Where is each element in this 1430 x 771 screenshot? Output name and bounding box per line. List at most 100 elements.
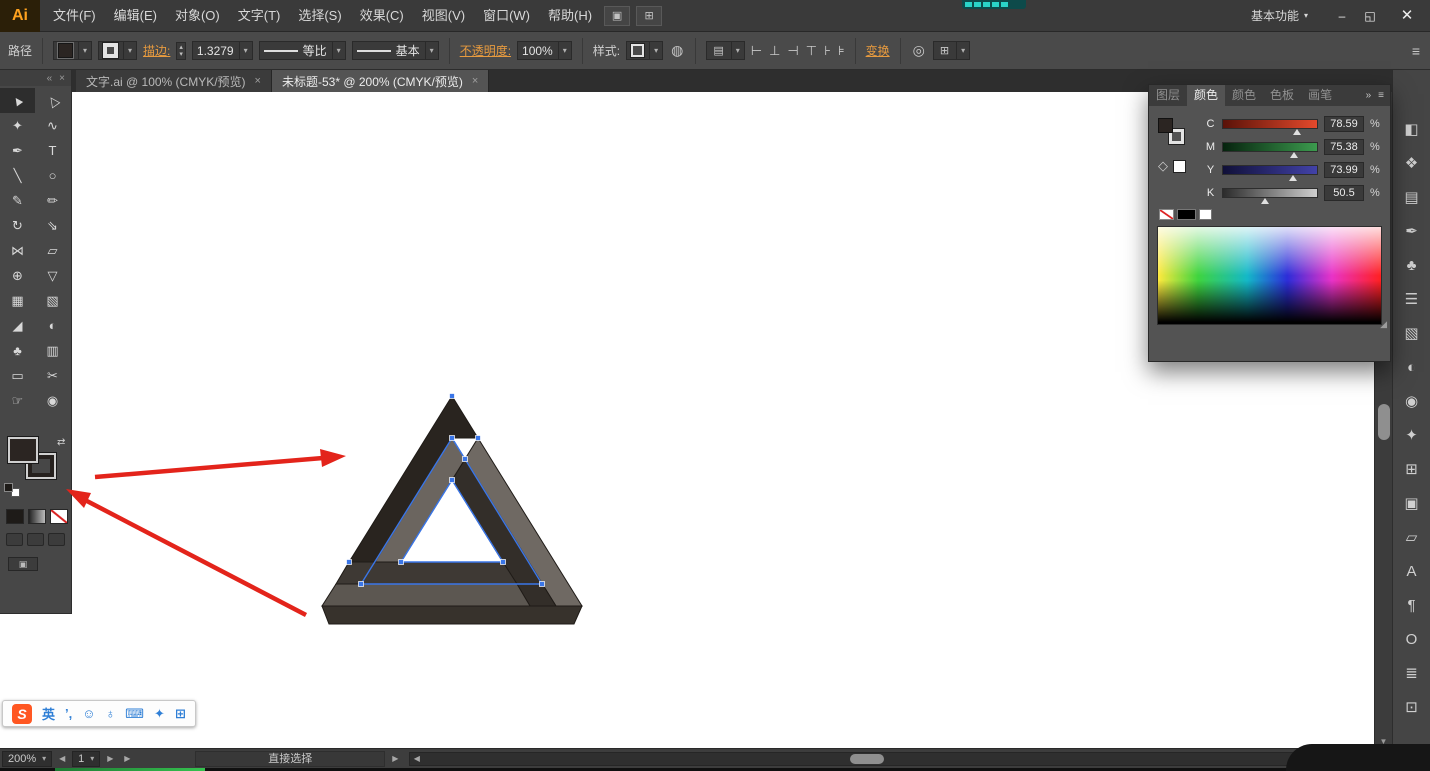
cyan-value-field[interactable]: 78.59 — [1324, 115, 1364, 132]
default-fill-stroke-icon[interactable] — [4, 483, 20, 497]
align-left-button[interactable]: ⊢ — [751, 43, 762, 59]
collapse-icon[interactable]: « — [47, 73, 53, 84]
close-icon[interactable]: × — [59, 73, 65, 84]
stepper-down-icon[interactable]: ▾ — [179, 51, 183, 58]
minimize-button[interactable]: – — [1328, 0, 1356, 32]
fill-stroke-widget[interactable] — [1158, 118, 1184, 144]
language-mode-button[interactable]: 英 — [42, 704, 55, 723]
pathfinder-panel-button[interactable]: ▣ — [1393, 486, 1430, 520]
rotate-tool[interactable]: ↻ — [0, 213, 35, 238]
skin-icon[interactable]: ✦ — [154, 706, 165, 722]
status-options-icon[interactable]: ▶ — [388, 754, 402, 763]
align-top-button[interactable]: ⊤ — [806, 43, 817, 59]
penrose-triangle-artwork[interactable] — [296, 380, 616, 640]
slider-thumb[interactable] — [1261, 197, 1270, 204]
panel-menu-icon[interactable]: ≡ — [1378, 90, 1384, 101]
tab-swatches[interactable]: 色板 — [1263, 85, 1301, 106]
hand-tool[interactable]: ☞ — [0, 388, 35, 413]
tab-color-2[interactable]: 颜色 — [1225, 85, 1263, 106]
close-icon[interactable]: × — [472, 75, 478, 87]
gamut-color-swatch[interactable] — [1173, 159, 1186, 173]
transform-panel-button[interactable]: ▱ — [1393, 520, 1430, 554]
direct-selection-tool[interactable]: △ — [35, 88, 70, 113]
menu-object[interactable]: 对象(O) — [166, 0, 229, 32]
last-artboard-icon[interactable]: ▶ — [120, 754, 134, 763]
menu-help[interactable]: 帮助(H) — [539, 0, 601, 32]
type-tool[interactable]: T — [35, 138, 70, 163]
tab-brushes[interactable]: 画笔 — [1301, 85, 1339, 106]
blend-tool[interactable]: ◐ — [35, 313, 70, 338]
close-icon[interactable]: × — [255, 75, 261, 87]
shape-builder-tool[interactable]: ⊕ — [0, 263, 35, 288]
symbol-sprayer-tool[interactable]: ♣ — [0, 338, 35, 363]
menu-type[interactable]: 文字(T) — [229, 0, 290, 32]
color-guide-panel-button[interactable]: ❖ — [1393, 146, 1430, 180]
punctuation-button[interactable]: ’, — [65, 706, 72, 721]
fill-color-dropdown[interactable]: ▾ — [53, 41, 93, 60]
swatches-panel-button[interactable]: ▤ — [1393, 180, 1430, 214]
symbols-panel-button[interactable]: ♣ — [1393, 248, 1430, 282]
menu-effect[interactable]: 效果(C) — [351, 0, 413, 32]
restore-button[interactable]: ◱ — [1356, 0, 1384, 32]
appearance-panel-button[interactable]: ◉ — [1393, 384, 1430, 418]
black-swatch[interactable] — [1177, 209, 1196, 220]
slider-thumb[interactable] — [1293, 128, 1302, 135]
layers-panel-button[interactable]: ≣ — [1393, 656, 1430, 690]
next-artboard-icon[interactable]: ▶ — [103, 754, 117, 763]
opacity-combo[interactable]: 100% ▾ — [517, 41, 572, 60]
column-graph-tool[interactable]: ▥ — [35, 338, 70, 363]
stroke-panel-link[interactable]: 描边: — [143, 42, 170, 59]
align-panel-button[interactable]: ⊞ — [1393, 452, 1430, 486]
slice-tool[interactable]: ✂ — [35, 363, 70, 388]
stepper-up-icon[interactable]: ▴ — [179, 44, 183, 51]
gamut-cube-icon[interactable]: ◇ — [1158, 158, 1168, 174]
draw-normal-button[interactable] — [6, 533, 23, 546]
cyan-slider[interactable] — [1222, 118, 1318, 135]
zoom-tool[interactable]: ◉ — [35, 388, 70, 413]
tab-document-2[interactable]: 未标题-53* @ 200% (CMYK/预览) × — [271, 70, 490, 92]
gradient-panel-button[interactable]: ▧ — [1393, 316, 1430, 350]
scroll-left-icon[interactable]: ◀ — [410, 753, 423, 765]
none-swatch[interactable] — [1159, 209, 1174, 220]
stroke-weight-stepper[interactable]: ▴ ▾ — [176, 41, 186, 60]
opacity-panel-link[interactable]: 不透明度: — [460, 42, 511, 59]
transparency-panel-button[interactable]: ◐ — [1393, 350, 1430, 384]
magic-wand-tool[interactable]: ✦ — [0, 113, 35, 138]
graphic-styles-panel-button[interactable]: ✦ — [1393, 418, 1430, 452]
align-bottom-button[interactable]: ⊧ — [838, 43, 845, 59]
color-panel-button[interactable]: ◧ — [1393, 112, 1430, 146]
arrange-documents-icon[interactable]: ▣ — [604, 5, 631, 26]
menu-view[interactable]: 视图(V) — [413, 0, 474, 32]
fill-color-swatch[interactable] — [8, 437, 38, 463]
artboards-panel-button[interactable]: ⊡ — [1393, 690, 1430, 724]
black-slider[interactable] — [1222, 187, 1318, 204]
panel-resize-handle[interactable]: ◢ — [1380, 319, 1387, 330]
align-middle-button[interactable]: ⊦ — [824, 43, 831, 59]
draw-behind-button[interactable] — [27, 533, 44, 546]
menu-window[interactable]: 窗口(W) — [474, 0, 539, 32]
width-tool[interactable]: ⋈ — [0, 238, 35, 263]
document-layout-icon[interactable]: ⊞ — [636, 5, 663, 26]
zoom-level-combo[interactable]: 200% ▾ — [2, 750, 53, 767]
sogou-logo[interactable]: S — [12, 703, 32, 724]
white-swatch[interactable] — [1199, 209, 1212, 220]
expand-panel-icon[interactable]: » — [1366, 90, 1372, 101]
pencil-tool[interactable]: ✏ — [35, 188, 70, 213]
pen-tool[interactable]: ✒ — [0, 138, 35, 163]
selection-tool[interactable]: ▲ — [0, 88, 35, 113]
isolate-object-icon[interactable]: ◎ — [911, 42, 927, 59]
tab-layers[interactable]: 图层 — [1149, 85, 1187, 106]
brush-definition-dropdown[interactable]: 基本 ▾ — [351, 41, 439, 60]
opentype-panel-button[interactable]: O — [1393, 622, 1430, 656]
black-value-field[interactable]: 50.5 — [1324, 184, 1364, 201]
menu-select[interactable]: 选择(S) — [289, 0, 350, 32]
gradient-tool[interactable]: ▧ — [35, 288, 70, 313]
horizontal-scroll-thumb[interactable] — [850, 753, 885, 764]
gradient-button[interactable] — [28, 509, 46, 524]
paintbrush-tool[interactable]: ✎ — [0, 188, 35, 213]
workspace-switcher[interactable]: 基本功能 ▾ — [1251, 7, 1308, 24]
close-button[interactable]: ✕ — [1384, 0, 1430, 32]
stroke-panel-button[interactable]: ☰ — [1393, 282, 1430, 316]
color-spectrum[interactable] — [1157, 226, 1382, 325]
microphone-icon[interactable]: ♁ — [106, 706, 116, 721]
